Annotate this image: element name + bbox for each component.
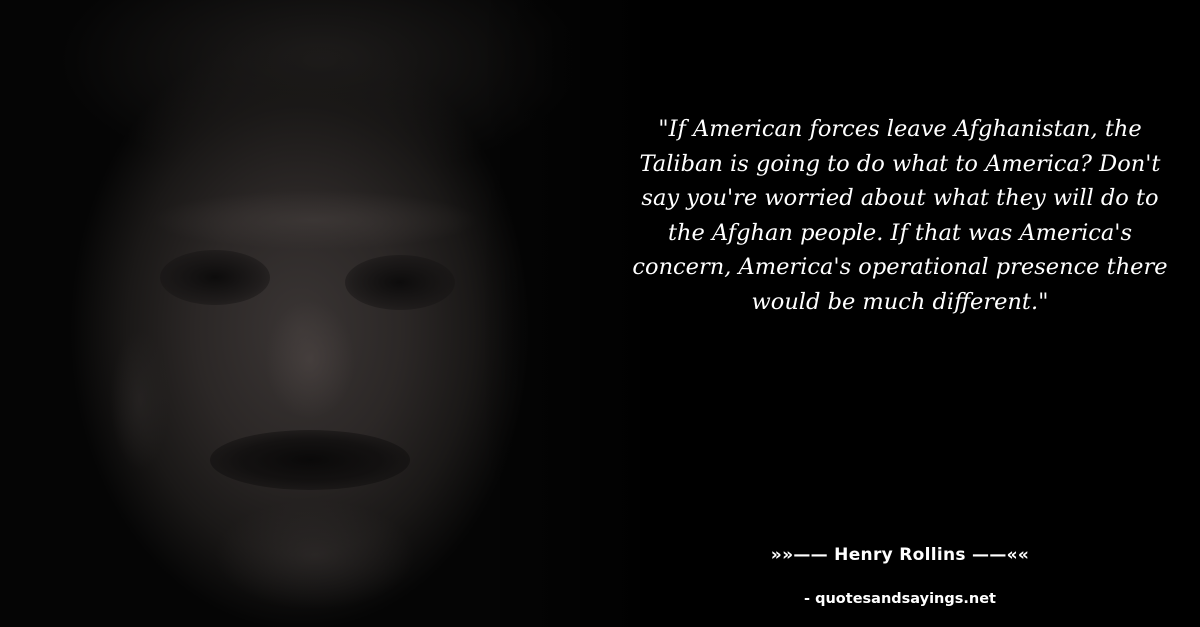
portrait-right-eye [345, 255, 455, 310]
portrait-brow-shading [150, 190, 480, 250]
portrait-mouth [210, 430, 410, 490]
quote-author: »»—— Henry Rollins ——«« [770, 545, 1030, 565]
portrait-left-eye [160, 250, 270, 305]
portrait-ear [110, 330, 170, 470]
quote-source: - quotesandsayings.net [804, 591, 996, 607]
portrait-chin [215, 500, 415, 610]
quote-card: "If American forces leave Afghanistan, t… [0, 0, 1200, 627]
portrait-nose [265, 300, 355, 420]
quote-text: "If American forces leave Afghanistan, t… [632, 116, 1168, 315]
